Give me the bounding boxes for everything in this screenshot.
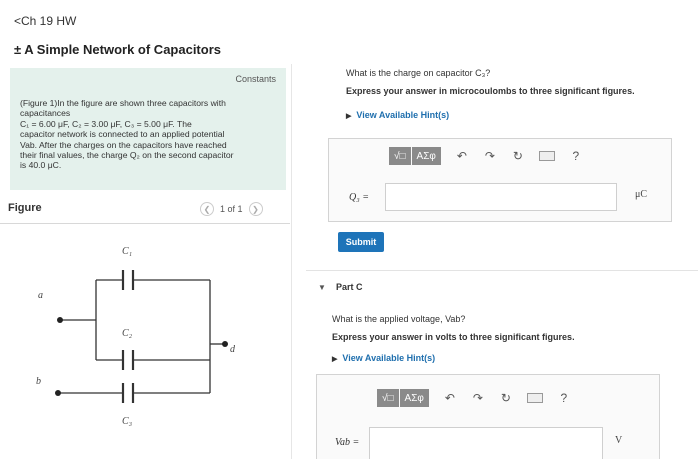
greek-symbols-button[interactable]: ΑΣφ bbox=[411, 147, 441, 165]
greek-symbols-button[interactable]: ΑΣφ bbox=[399, 389, 429, 407]
triangle-right-icon: ▶ bbox=[332, 356, 338, 363]
c3-label: C₃ bbox=[122, 416, 133, 427]
problem-statement-panel: Constants (Figure 1)In the figure are sh… bbox=[10, 68, 286, 190]
c1-label: C₁ bbox=[122, 246, 132, 257]
node-d-label: d bbox=[230, 344, 236, 355]
part-c-format-buttons: √□ ΑΣφ bbox=[377, 389, 429, 407]
part-b-answer-box: √□ ΑΣφ ↶ ↷ ↻ ? Q₃ = μC bbox=[328, 138, 672, 222]
left-panel: Constants (Figure 1)In the figure are sh… bbox=[0, 64, 290, 459]
right-panel: What is the charge on capacitor C₃? Expr… bbox=[292, 64, 700, 459]
c2-label: C₂ bbox=[122, 328, 133, 339]
part-c-answer-input[interactable] bbox=[369, 427, 603, 459]
part-c-label[interactable]: Part C bbox=[336, 282, 363, 292]
triangle-right-icon: ▶ bbox=[346, 113, 352, 120]
figure-pager: ❮ 1 of 1 ❯ bbox=[200, 202, 263, 216]
part-b-format-buttons: √□ ΑΣφ bbox=[389, 147, 441, 165]
part-c-toolbar: √□ ΑΣφ ↶ ↷ ↻ ? bbox=[377, 389, 571, 407]
redo-icon[interactable]: ↷ bbox=[471, 391, 485, 405]
statement-line: Vab. After the charges on the capacitors… bbox=[20, 139, 227, 150]
triangle-down-icon[interactable]: ▼ bbox=[318, 283, 326, 292]
keyboard-icon[interactable] bbox=[538, 151, 555, 161]
part-c-unit: V bbox=[615, 435, 623, 446]
part-c-hint-toggle[interactable]: ▶ View Available Hint(s) bbox=[332, 353, 435, 363]
template-button[interactable]: √□ bbox=[389, 147, 411, 165]
help-icon[interactable]: ? bbox=[557, 391, 571, 405]
part-b-answer-input[interactable] bbox=[385, 183, 617, 211]
submit-button[interactable]: Submit bbox=[338, 232, 384, 252]
part-b-variable-label: Q₃ = bbox=[349, 192, 369, 203]
reset-icon[interactable]: ↻ bbox=[511, 149, 525, 163]
statement-line: is 40.0 μC. bbox=[20, 160, 62, 171]
template-button[interactable]: √□ bbox=[377, 389, 399, 407]
keyboard-icon[interactable] bbox=[526, 393, 543, 403]
part-b-hint-label: View Available Hint(s) bbox=[356, 110, 450, 120]
part-c-hint-label: View Available Hint(s) bbox=[342, 353, 436, 363]
part-b-question: What is the charge on capacitor C₃? bbox=[346, 68, 491, 78]
part-c-divider bbox=[306, 270, 698, 271]
part-c-answer-box: √□ ΑΣφ ↶ ↷ ↻ ? Vab = V bbox=[316, 374, 660, 459]
statement-line: (Figure 1)In the figure are shown three … bbox=[20, 98, 226, 108]
part-c-instruction: Express your answer in volts to three si… bbox=[332, 332, 575, 342]
constants-link[interactable]: Constants bbox=[235, 74, 276, 84]
pager-text: 1 of 1 bbox=[220, 204, 243, 214]
node-b-label: b bbox=[36, 376, 41, 387]
problem-statement: (Figure 1)In the figure are shown three … bbox=[20, 98, 276, 171]
statement-line: capacitor network is connected to an app… bbox=[20, 129, 225, 140]
part-c-variable-label: Vab = bbox=[335, 437, 360, 448]
undo-icon[interactable]: ↶ bbox=[443, 391, 457, 405]
undo-icon[interactable]: ↶ bbox=[455, 149, 469, 163]
back-link[interactable]: <Ch 19 HW bbox=[14, 14, 76, 28]
node-a-label: a bbox=[38, 290, 43, 301]
part-b-hint-toggle[interactable]: ▶ View Available Hint(s) bbox=[346, 110, 449, 120]
terminal-d bbox=[222, 341, 228, 347]
part-b-unit: μC bbox=[635, 189, 648, 200]
figure-header: Figure ❮ 1 of 1 ❯ bbox=[0, 198, 290, 224]
chevron-left-icon[interactable]: ❮ bbox=[200, 202, 214, 216]
figure-label: Figure bbox=[8, 202, 42, 214]
page-title: ± A Simple Network of Capacitors bbox=[14, 42, 221, 57]
part-b-toolbar: √□ ΑΣφ ↶ ↷ ↻ ? bbox=[389, 147, 583, 165]
statement-line: C₁ = 6.00 μF, C₂ = 3.00 μF, C₃ = 5.00 μF… bbox=[20, 118, 192, 129]
reset-icon[interactable]: ↻ bbox=[499, 391, 513, 405]
redo-icon[interactable]: ↷ bbox=[483, 149, 497, 163]
statement-line: capacitances bbox=[20, 108, 71, 119]
chevron-right-icon[interactable]: ❯ bbox=[248, 202, 263, 216]
statement-line: their final values, the charge Q₂ on the… bbox=[20, 150, 234, 161]
part-b-instruction: Express your answer in microcoulombs to … bbox=[346, 86, 635, 96]
capacitor-circuit-diagram: C₁ C₂ C₃ a d b bbox=[36, 246, 236, 427]
help-icon[interactable]: ? bbox=[569, 149, 583, 163]
part-c-question: What is the applied voltage, Vab? bbox=[332, 314, 466, 324]
terminal-b bbox=[55, 390, 61, 396]
terminal-a bbox=[57, 317, 63, 323]
